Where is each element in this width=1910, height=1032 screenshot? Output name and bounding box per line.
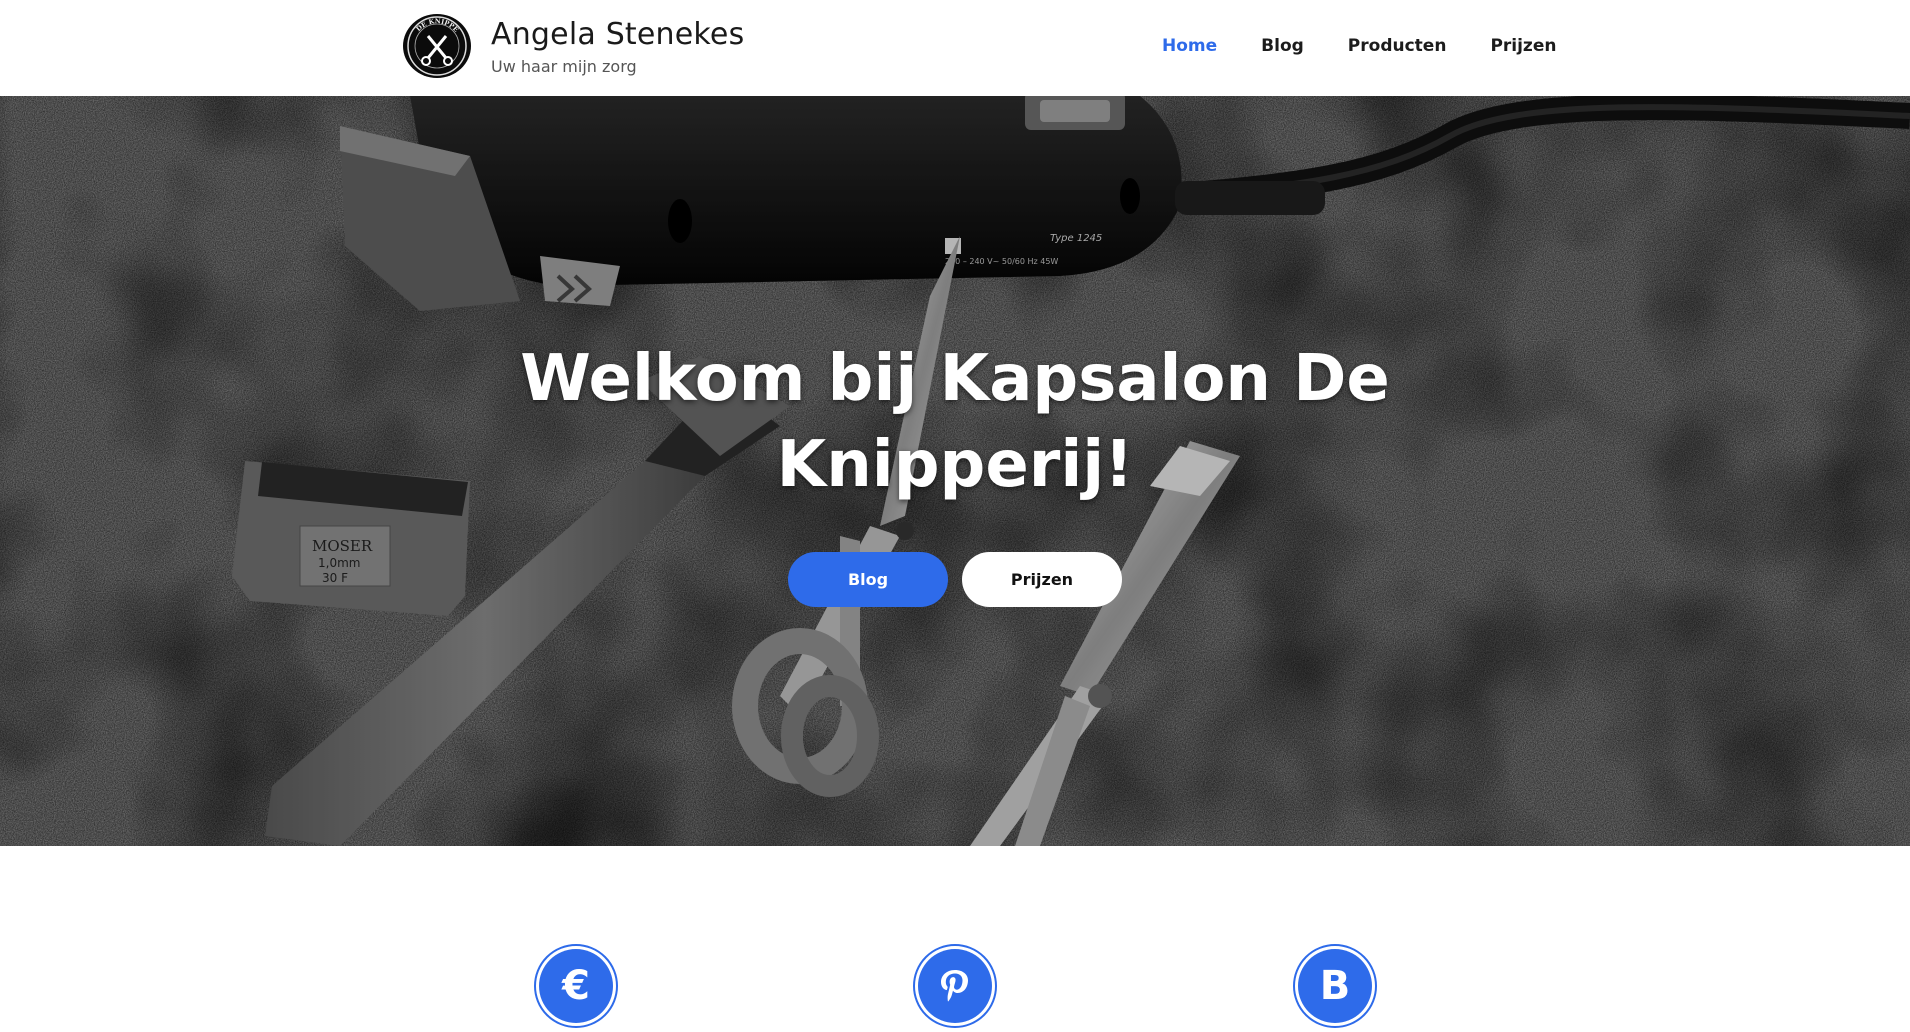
hero-buttons: Blog Prijzen <box>788 552 1122 607</box>
feature-bootstrap[interactable]: B <box>1293 944 1377 1028</box>
nav-item-prijzen[interactable]: Prijzen <box>1490 36 1556 56</box>
prijzen-button[interactable]: Prijzen <box>962 552 1122 607</box>
pinterest-icon <box>918 949 992 1023</box>
scissors-logo-icon: DE KNIPPERIJ <box>403 14 467 76</box>
main-nav: Home Blog Producten Prijzen <box>1162 36 1600 56</box>
nav-item-blog[interactable]: Blog <box>1261 36 1304 56</box>
hero-title: Welkom bij Kapsalon De Knipperij! <box>520 342 1390 502</box>
site-logo[interactable]: DE KNIPPERIJ <box>403 14 471 78</box>
feature-euro[interactable]: € <box>534 944 618 1028</box>
hero-section: Type 1245 220 – 240 V~ 50/60 Hz 45W MOSE… <box>0 96 1910 846</box>
site-header: DE KNIPPERIJ Angela Stenekes Uw haar mij… <box>0 0 1910 96</box>
nav-item-producten[interactable]: Producten <box>1348 36 1447 56</box>
features-section: € B <box>0 846 1910 1032</box>
site-title[interactable]: Angela Stenekes <box>491 17 744 53</box>
bootstrap-icon: B <box>1298 949 1372 1023</box>
pinterest-glyph <box>941 970 968 1002</box>
site-tagline: Uw haar mijn zorg <box>491 56 637 76</box>
blog-button[interactable]: Blog <box>788 552 948 607</box>
euro-icon: € <box>539 949 613 1023</box>
nav-item-home[interactable]: Home <box>1162 36 1217 56</box>
brand[interactable]: DE KNIPPERIJ Angela Stenekes Uw haar mij… <box>403 14 744 78</box>
feature-pinterest[interactable] <box>913 944 997 1028</box>
brand-text: Angela Stenekes Uw haar mijn zorg <box>491 17 744 76</box>
